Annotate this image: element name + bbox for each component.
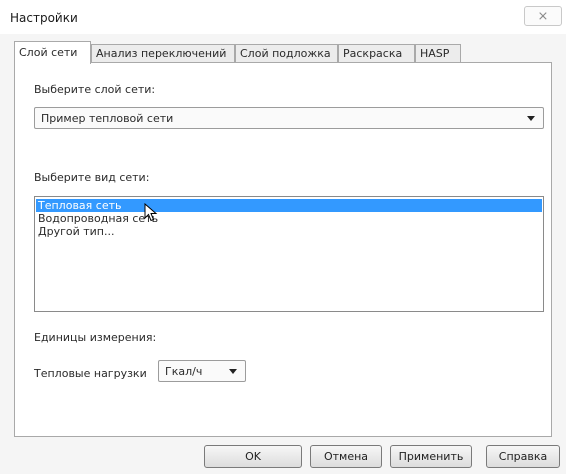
mouse-pointer-icon (144, 203, 158, 222)
tab-switch-analysis[interactable]: Анализ переключений (91, 44, 235, 63)
network-type-list[interactable]: Тепловая сеть Водопроводная сеть Другой … (34, 196, 544, 312)
ok-button[interactable]: OK (204, 445, 302, 468)
list-item-other-type[interactable]: Другой тип... (36, 225, 114, 238)
tab-label: HASP (420, 47, 450, 60)
list-item-water-network[interactable]: Водопроводная сеть (36, 212, 158, 225)
window-title: Настройки (10, 11, 78, 25)
settings-dialog: Настройки ⨯ Слой сети Анализ переключени… (0, 0, 566, 474)
list-item-heat-network[interactable]: Тепловая сеть (36, 199, 542, 212)
tab-label: Слой сети (19, 46, 78, 59)
tab-coloring[interactable]: Раскраска (338, 44, 415, 63)
chevron-down-icon (229, 369, 237, 374)
heat-loads-label: Тепловые нагрузки (34, 367, 147, 380)
close-button[interactable]: ⨯ (524, 6, 562, 26)
list-item-label: Водопроводная сеть (38, 212, 159, 225)
help-button[interactable]: Справка (486, 445, 560, 468)
list-item-label: Тепловая сеть (38, 199, 122, 212)
apply-button[interactable]: Применить (390, 445, 472, 468)
chevron-down-icon (527, 116, 535, 121)
heat-loads-unit-value: Гкал/ч (165, 365, 203, 378)
cancel-button[interactable]: Отмена (310, 445, 382, 468)
title-bar: Настройки ⨯ (0, 0, 566, 34)
network-layer-label: Выберите слой сети: (34, 83, 156, 96)
units-section-label: Единицы измерения: (34, 331, 157, 344)
network-type-label: Выберите вид сети: (34, 171, 150, 184)
network-layer-select[interactable]: Пример тепловой сети (34, 107, 544, 129)
tab-label: Слой подложка (240, 47, 331, 60)
heat-loads-unit-select[interactable]: Гкал/ч (158, 360, 246, 382)
tab-label: Анализ переключений (96, 47, 227, 60)
tab-underlay-layer[interactable]: Слой подложка (235, 44, 338, 63)
network-layer-value: Пример тепловой сети (41, 112, 174, 125)
close-icon: ⨯ (537, 9, 549, 24)
tab-network-layer[interactable]: Слой сети (14, 41, 91, 64)
tab-hasp[interactable]: HASP (415, 44, 461, 63)
tab-strip: Слой сети Анализ переключений Слой подло… (14, 41, 554, 64)
tab-panel-network-layer: Выберите слой сети: Пример тепловой сети… (14, 62, 552, 437)
list-item-label: Другой тип... (38, 225, 115, 238)
tab-label: Раскраска (343, 47, 403, 60)
